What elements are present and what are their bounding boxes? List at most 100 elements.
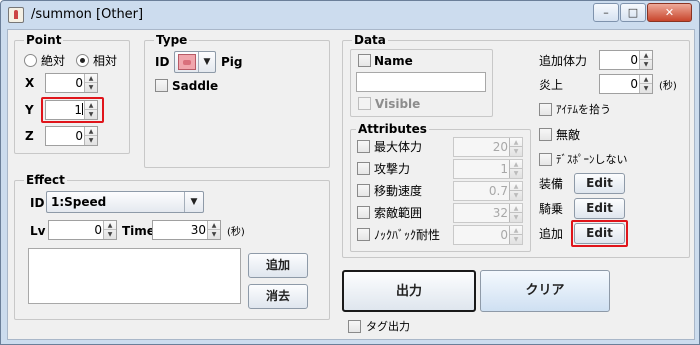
pig-icon — [178, 54, 196, 70]
spinner-down-icon[interactable]: ▼ — [510, 191, 522, 200]
spinner-down-icon[interactable]: ▼ — [640, 84, 652, 93]
spinner-up-icon[interactable]: ▲ — [510, 160, 522, 169]
attribute-value: 20 — [492, 140, 508, 154]
time-spinner-arrows[interactable]: ▲ ▼ — [207, 221, 220, 239]
spinner-up-icon[interactable]: ▲ — [510, 204, 522, 213]
effect-list[interactable] — [28, 248, 241, 304]
extra-health-spinner-arrows[interactable]: ▲ ▼ — [639, 51, 652, 69]
attribute-value: 0 — [500, 228, 508, 242]
spinner-up-icon[interactable]: ▲ — [640, 51, 652, 60]
clear-button[interactable]: クリア — [480, 270, 610, 312]
z-value: 0 — [75, 129, 83, 143]
spinner-up-icon[interactable]: ▲ — [208, 221, 220, 230]
attribute-spinner-arrows[interactable]: ▲ ▼ — [509, 182, 522, 200]
spinner-down-icon[interactable]: ▼ — [510, 213, 522, 222]
add-effect-button[interactable]: 追加 — [248, 253, 308, 278]
spinner-down-icon[interactable]: ▼ — [85, 83, 97, 92]
fire-value: 0 — [630, 77, 638, 91]
time-spinner[interactable]: 30 ▲ ▼ — [152, 220, 221, 240]
extra-label: 追加 — [539, 227, 564, 241]
minimize-button[interactable]: – — [593, 3, 619, 22]
attribute-spinner[interactable]: 0.7 ▲ ▼ — [453, 181, 523, 201]
visible-label: Visible — [375, 97, 421, 111]
effect-id-select[interactable]: 1:Speed ▼ — [46, 191, 204, 213]
spinner-up-icon[interactable]: ▲ — [640, 75, 652, 84]
x-label: X — [25, 76, 35, 90]
saddle-checkbox[interactable] — [155, 79, 168, 92]
chevron-down-icon[interactable]: ▼ — [198, 52, 215, 72]
lv-spinner-arrows[interactable]: ▲ ▼ — [103, 221, 116, 239]
type-group: Type ID ▼ Pig Saddle — [144, 33, 330, 168]
name-input[interactable] — [356, 72, 486, 92]
spinner-down-icon[interactable]: ▼ — [510, 147, 522, 156]
spinner-up-icon[interactable]: ▲ — [510, 182, 522, 191]
attribute-label: 移動速度 — [374, 184, 423, 198]
type-legend: Type — [154, 33, 190, 47]
attribute-label: 攻撃力 — [374, 162, 411, 176]
chevron-down-icon[interactable]: ▼ — [184, 192, 203, 212]
close-button[interactable]: ✕ — [647, 3, 692, 22]
z-label: Z — [25, 129, 34, 143]
y-field-highlight — [41, 97, 104, 123]
tag-output-checkbox[interactable] — [348, 320, 361, 333]
attribute-spinner[interactable]: 1 ▲ ▼ — [453, 159, 523, 179]
extra-health-spinner[interactable]: 0 ▲ ▼ — [599, 50, 653, 70]
attribute-spinner-arrows[interactable]: ▲ ▼ — [509, 160, 522, 178]
data-legend: Data — [352, 33, 388, 47]
spinner-down-icon[interactable]: ▼ — [640, 60, 652, 69]
visible-checkbox[interactable] — [358, 97, 371, 110]
spinner-down-icon[interactable]: ▼ — [510, 235, 522, 244]
absolute-radio[interactable] — [24, 54, 37, 67]
x-spinner[interactable]: 0 ▲ ▼ — [45, 73, 98, 93]
point-group: Point 絶対 相対 X 0 ▲ ▼ Y 1 ▲ ▼ Z 0 ▲ ▼ — [14, 33, 130, 154]
spinner-up-icon[interactable]: ▲ — [510, 226, 522, 235]
x-value: 0 — [75, 76, 83, 90]
lv-spinner[interactable]: 0 ▲ ▼ — [48, 220, 117, 240]
attribute-spinner-arrows[interactable]: ▲ ▼ — [509, 138, 522, 156]
output-button[interactable]: 出力 — [342, 270, 476, 312]
no-despawn-checkbox[interactable] — [539, 153, 552, 166]
effect-legend: Effect — [24, 173, 67, 187]
fire-label: 炎上 — [539, 78, 564, 92]
window-title: /summon [Other] — [31, 7, 144, 22]
z-spinner-arrows[interactable]: ▲ ▼ — [84, 127, 97, 145]
name-checkbox[interactable] — [358, 54, 371, 67]
invulnerable-checkbox[interactable] — [539, 128, 552, 141]
riding-edit-button[interactable]: Edit — [574, 198, 625, 219]
fire-spinner[interactable]: 0 ▲ ▼ — [599, 74, 653, 94]
attribute-spinner[interactable]: 32 ▲ ▼ — [453, 203, 523, 223]
relative-radio[interactable] — [76, 54, 89, 67]
fire-spinner-arrows[interactable]: ▲ ▼ — [639, 75, 652, 93]
spinner-down-icon[interactable]: ▼ — [104, 230, 116, 239]
attribute-checkbox[interactable] — [357, 184, 370, 197]
spinner-up-icon[interactable]: ▲ — [85, 127, 97, 136]
attribute-checkbox[interactable] — [357, 140, 370, 153]
attribute-spinner[interactable]: 20 ▲ ▼ — [453, 137, 523, 157]
attribute-spinner-arrows[interactable]: ▲ ▼ — [509, 204, 522, 222]
x-spinner-arrows[interactable]: ▲ ▼ — [84, 74, 97, 92]
remove-effect-button[interactable]: 消去 — [248, 284, 308, 309]
attribute-spinner[interactable]: 0 ▲ ▼ — [453, 225, 523, 245]
mob-type-selector[interactable]: ▼ — [174, 51, 216, 73]
spinner-up-icon[interactable]: ▲ — [510, 138, 522, 147]
spinner-up-icon[interactable]: ▲ — [104, 221, 116, 230]
equipment-edit-button[interactable]: Edit — [574, 173, 625, 194]
pickup-items-checkbox[interactable] — [539, 103, 552, 116]
spinner-down-icon[interactable]: ▼ — [85, 136, 97, 145]
extra-health-value: 0 — [630, 53, 638, 67]
attribute-checkbox[interactable] — [357, 162, 370, 175]
spinner-down-icon[interactable]: ▼ — [510, 169, 522, 178]
title-bar[interactable]: /summon [Other] – □ ✕ — [1, 1, 699, 29]
maximize-button[interactable]: □ — [620, 3, 646, 22]
z-spinner[interactable]: 0 ▲ ▼ — [45, 126, 98, 146]
attributes-legend: Attributes — [356, 122, 429, 136]
effect-id-label: ID — [30, 196, 45, 210]
attribute-spinner-arrows[interactable]: ▲ ▼ — [509, 226, 522, 244]
attribute-checkbox[interactable] — [357, 228, 370, 241]
name-group: Name Visible — [350, 49, 493, 117]
attribute-value: 0.7 — [488, 184, 508, 198]
spinner-down-icon[interactable]: ▼ — [208, 230, 220, 239]
attribute-label: 索敵範囲 — [374, 206, 423, 220]
spinner-up-icon[interactable]: ▲ — [85, 74, 97, 83]
attribute-checkbox[interactable] — [357, 206, 370, 219]
